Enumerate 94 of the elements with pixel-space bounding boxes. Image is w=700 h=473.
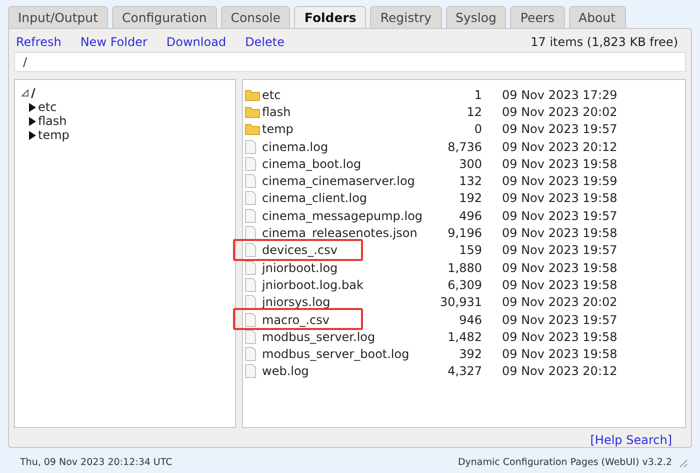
file-icon [245,260,256,275]
file-date: 09 Nov 2023 20:02 [502,295,618,310]
file-date: 09 Nov 2023 17:29 [502,88,618,102]
tree-item[interactable]: / [31,86,36,100]
file-date: 09 Nov 2023 19:57 [502,312,618,326]
file-icon [245,347,256,362]
toolbar-link[interactable]: Delete [245,35,284,49]
file-icon [245,174,256,188]
file-size: 0 [473,122,482,136]
toolbar-link[interactable]: Download [166,35,226,49]
file-size: 159 [458,243,482,258]
tab[interactable]: About [568,6,626,28]
file-date: 09 Nov 2023 19:58 [502,156,618,171]
file-icon [245,364,256,378]
file-name[interactable]: jniorboot.log [262,260,422,275]
tab[interactable]: Syslog [446,6,506,28]
file-date: 09 Nov 2023 19:57 [502,208,618,223]
tab[interactable]: Console [220,6,290,28]
expanded-icon[interactable] [21,89,29,97]
collapsed-icon[interactable] [29,130,36,140]
file-icon [245,140,256,154]
file-size: 496 [458,208,482,223]
file-size: 1,880 [446,260,482,275]
file-name[interactable]: macro_.csv [262,312,422,326]
toolbar-link[interactable]: Refresh [16,35,62,49]
file-icon [245,330,256,344]
file-icon [245,208,256,223]
file-icon [245,226,256,240]
collapsed-icon[interactable] [29,116,36,126]
file-size: 8,736 [446,140,482,154]
file-size: 132 [458,174,482,188]
file-icon [245,243,256,258]
help-link[interactable]: [Help Search] [590,433,672,447]
file-size: 300 [458,156,482,171]
file-date: 09 Nov 2023 19:58 [502,260,618,275]
file-icon [245,278,256,292]
file-date: 09 Nov 2023 19:57 [502,243,618,258]
tree-item[interactable]: flash [38,114,67,128]
file-size: 6,309 [446,278,482,292]
tree-item[interactable]: etc [38,100,57,114]
file-date: 09 Nov 2023 19:58 [502,278,618,292]
tab[interactable]: Peers [510,6,565,28]
tab[interactable]: Input/Output [8,6,108,28]
file-date: 09 Nov 2023 19:57 [502,122,618,136]
file-icon [245,191,256,206]
file-size: 1,482 [446,330,482,344]
file-name[interactable]: modbus_server_boot.log [262,347,422,362]
timestamp: Thu, 09 Nov 2023 20:12:34 UTC [20,457,172,468]
tab[interactable]: Folders [294,6,366,28]
toolbar-link[interactable]: New Folder [80,35,148,49]
file-name[interactable]: jniorsys.log [262,295,422,310]
file-size: 4,327 [446,364,482,378]
file-name[interactable]: cinema_boot.log [262,156,422,171]
file-name[interactable]: devices_.csv [262,243,422,258]
file-name[interactable]: cinema.log [262,140,422,154]
file-name[interactable]: cinema_releasenotes.json [262,226,422,240]
version-text: Dynamic Configuration Pages (WebUI) v3.2.2 [458,457,672,468]
file-date: 09 Nov 2023 20:12 [502,364,618,378]
resize-grip-icon[interactable] [678,458,688,468]
file-icon [245,156,256,171]
tab[interactable]: Configuration [112,6,217,28]
file-name[interactable]: modbus_server.log [262,330,422,344]
folder-icon [245,88,260,101]
file-name[interactable]: cinema_client.log [262,191,422,206]
file-date: 09 Nov 2023 19:58 [502,347,618,362]
file-name[interactable]: temp [262,122,422,136]
file-size: 30,931 [439,295,482,310]
collapsed-icon[interactable] [29,102,36,112]
items-summary: 17 items (1,823 KB free) [530,35,678,49]
file-name[interactable]: cinema_cinemaserver.log [262,174,422,188]
file-icon [245,312,256,326]
file-icon [245,295,256,310]
tree-item[interactable]: temp [38,128,70,142]
file-date: 09 Nov 2023 20:02 [502,104,618,119]
file-size: 12 [466,104,482,119]
file-name[interactable]: flash [262,104,422,119]
file-date: 09 Nov 2023 19:58 [502,226,618,240]
folder-icon [245,123,260,136]
path-field[interactable]: / [14,52,686,72]
file-name[interactable]: cinema_messagepump.log [262,208,422,223]
file-name[interactable]: etc [262,88,422,102]
file-date: 09 Nov 2023 19:59 [502,174,618,188]
file-size: 1 [473,88,482,102]
file-name[interactable]: web.log [262,364,422,378]
file-name[interactable]: jniorboot.log.bak [262,278,422,292]
file-size: 392 [458,347,482,362]
file-date: 09 Nov 2023 19:58 [502,191,618,206]
file-size: 9,196 [446,226,482,240]
file-size: 192 [458,191,482,206]
file-date: 09 Nov 2023 20:12 [502,140,618,154]
file-date: 09 Nov 2023 19:58 [502,330,618,344]
folder-icon [245,106,260,118]
tab[interactable]: Registry [370,6,442,28]
file-size: 946 [458,312,482,326]
